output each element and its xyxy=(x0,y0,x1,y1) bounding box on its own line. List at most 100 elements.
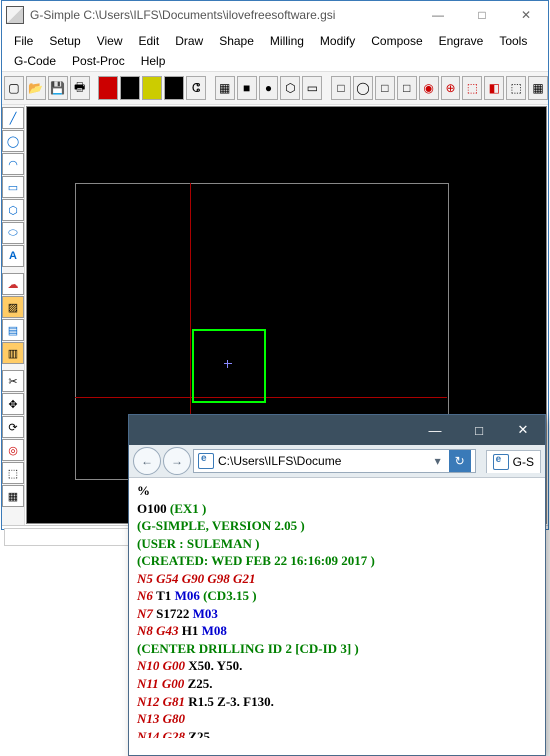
maximize-button[interactable]: □ xyxy=(460,1,504,29)
close-button[interactable]: ✕ xyxy=(504,1,548,29)
minimize-button[interactable]: — xyxy=(416,1,460,29)
gcode-line: (CREATED: WED FEB 22 16:16:09 2017 ) xyxy=(137,552,537,570)
tb-rect-icon[interactable]: ▭ xyxy=(302,76,322,100)
menu-modify[interactable]: Modify xyxy=(312,31,363,51)
window-title: G-Simple C:\Users\ILFS\Documents\ilovefr… xyxy=(30,8,416,22)
tb-f-icon[interactable]: ⊕ xyxy=(441,76,461,100)
tb-grid-icon[interactable]: ▦ xyxy=(215,76,235,100)
st-hatch2-icon[interactable]: ▤ xyxy=(2,319,24,341)
gcode-line: N10 G00 X50. Y50. xyxy=(137,657,537,675)
tb-g-icon[interactable]: ⬚ xyxy=(462,76,482,100)
app-icon xyxy=(6,6,24,24)
st-grid-icon[interactable]: ▦ xyxy=(2,485,24,507)
st-scissors-icon[interactable]: ✂ xyxy=(2,370,24,392)
st-circle-icon[interactable]: ◯ xyxy=(2,130,24,152)
tb-black2-icon[interactable] xyxy=(164,76,184,100)
tb-i-icon[interactable]: ⬚ xyxy=(506,76,526,100)
tb-yellow-icon[interactable] xyxy=(142,76,162,100)
gcode-token: (G-SIMPLE, VERSION 2.05 ) xyxy=(137,518,305,533)
menu-gcode[interactable]: G-Code xyxy=(6,51,64,71)
gcode-token: N12 xyxy=(137,694,163,709)
gcode-line: N8 G43 H1 M08 xyxy=(137,622,537,640)
tb-square-icon[interactable]: ■ xyxy=(237,76,257,100)
st-move-icon[interactable]: ✥ xyxy=(2,393,24,415)
st-ellipse-icon[interactable]: ⬭ xyxy=(2,222,24,244)
gcode-line: % xyxy=(137,482,537,500)
tb-tool-icon[interactable]: ⵛ xyxy=(186,76,206,100)
st-cloud-icon[interactable]: ☁ xyxy=(2,273,24,295)
tb-j-icon[interactable]: ▦ xyxy=(528,76,548,100)
tb-e-icon[interactable]: ◉ xyxy=(419,76,439,100)
gcode-token: N5 xyxy=(137,571,156,586)
gcode-line: N7 S1722 M03 xyxy=(137,605,537,623)
gcode-line: N12 G81 R1.5 Z-3. F130. xyxy=(137,693,537,711)
gcode-token: G28 xyxy=(163,729,189,738)
tb-b-icon[interactable]: ◯ xyxy=(353,76,373,100)
st-rect-icon[interactable]: ▭ xyxy=(2,176,24,198)
st-hex-icon[interactable]: ⬡ xyxy=(2,199,24,221)
menu-help[interactable]: Help xyxy=(133,51,174,71)
menu-milling[interactable]: Milling xyxy=(262,31,312,51)
tb-print-icon[interactable]: 🖶 xyxy=(70,76,90,100)
tb-hex-icon[interactable]: ⬡ xyxy=(280,76,300,100)
window-controls: — □ ✕ xyxy=(416,1,548,29)
st-rotate-icon[interactable]: ⟳ xyxy=(2,416,24,438)
gcode-token: S1722 xyxy=(156,606,192,621)
ie-tab[interactable]: G-S xyxy=(486,450,541,473)
gcode-line: N11 G00 Z25. xyxy=(137,675,537,693)
ie-titlebar: — □ ✕ xyxy=(129,415,545,445)
st-arc-icon[interactable]: ◠ xyxy=(2,153,24,175)
refresh-button[interactable]: ↻ xyxy=(449,450,471,472)
ie-maximize-button[interactable]: □ xyxy=(457,415,501,445)
tb-save-icon[interactable]: 💾 xyxy=(48,76,68,100)
gcode-token: Z25. xyxy=(188,676,213,691)
menu-engrave[interactable]: Engrave xyxy=(431,31,492,51)
gcode-token: G80 xyxy=(163,711,185,726)
st-text-icon[interactable]: A xyxy=(2,245,24,267)
tb-circle-icon[interactable]: ● xyxy=(259,76,279,100)
ie-addressbar-row: ← → C:\Users\ILFS\Docume ▾ ↻ G-S xyxy=(129,445,545,478)
gcode-line: N5 G54 G90 G98 G21 xyxy=(137,570,537,588)
menu-compose[interactable]: Compose xyxy=(363,31,430,51)
gcode-token: M03 xyxy=(193,606,218,621)
tb-black1-icon[interactable] xyxy=(120,76,140,100)
menu-shape[interactable]: Shape xyxy=(211,31,262,51)
gcode-token: G00 xyxy=(163,658,189,673)
nav-forward-button[interactable]: → xyxy=(163,447,191,475)
tb-new-icon[interactable]: ▢ xyxy=(4,76,24,100)
st-hatch3-icon[interactable]: ▥ xyxy=(2,342,24,364)
menu-setup[interactable]: Setup xyxy=(41,31,88,51)
address-box[interactable]: C:\Users\ILFS\Docume ▾ ↻ xyxy=(193,449,476,473)
gcode-token: X50. Y50. xyxy=(188,658,242,673)
ie-close-button[interactable]: ✕ xyxy=(501,415,545,445)
gcode-token: G43 xyxy=(156,623,182,638)
gcode-token: N6 xyxy=(137,588,156,603)
st-hatch1-icon[interactable]: ▨ xyxy=(2,296,24,318)
st-target-icon[interactable]: ◎ xyxy=(2,439,24,461)
gcode-line: (USER : SULEMAN ) xyxy=(137,535,537,553)
tb-open-icon[interactable]: 📂 xyxy=(26,76,46,100)
menu-tools[interactable]: Tools xyxy=(491,31,535,51)
menu-edit[interactable]: Edit xyxy=(131,31,168,51)
ie-minimize-button[interactable]: — xyxy=(413,415,457,445)
tb-a-icon[interactable]: □ xyxy=(331,76,351,100)
ie-tab-label: G-S xyxy=(513,455,534,469)
gcode-token: N7 xyxy=(137,606,156,621)
st-layers-icon[interactable]: ⬚ xyxy=(2,462,24,484)
nav-back-button[interactable]: ← xyxy=(133,447,161,475)
menu-postproc[interactable]: Post-Proc xyxy=(64,51,133,71)
tb-c-icon[interactable]: □ xyxy=(375,76,395,100)
st-line-icon[interactable]: ╱ xyxy=(2,107,24,129)
gcode-token: (CENTER DRILLING ID 2 [CD-ID 3] ) xyxy=(137,641,359,656)
menu-view[interactable]: View xyxy=(89,31,131,51)
gcode-content[interactable]: %O100 (EX1 )(G-SIMPLE, VERSION 2.05 )(US… xyxy=(129,478,545,738)
origin-crosshair-icon xyxy=(224,360,232,368)
tb-red-icon[interactable] xyxy=(98,76,118,100)
gcode-token: T1 xyxy=(156,588,174,603)
tb-h-icon[interactable]: ◧ xyxy=(484,76,504,100)
menu-draw[interactable]: Draw xyxy=(167,31,211,51)
gcode-token: (CD3.15 ) xyxy=(203,588,256,603)
address-dropdown-icon[interactable]: ▾ xyxy=(431,454,445,468)
tb-d-icon[interactable]: □ xyxy=(397,76,417,100)
menu-file[interactable]: File xyxy=(6,31,41,51)
